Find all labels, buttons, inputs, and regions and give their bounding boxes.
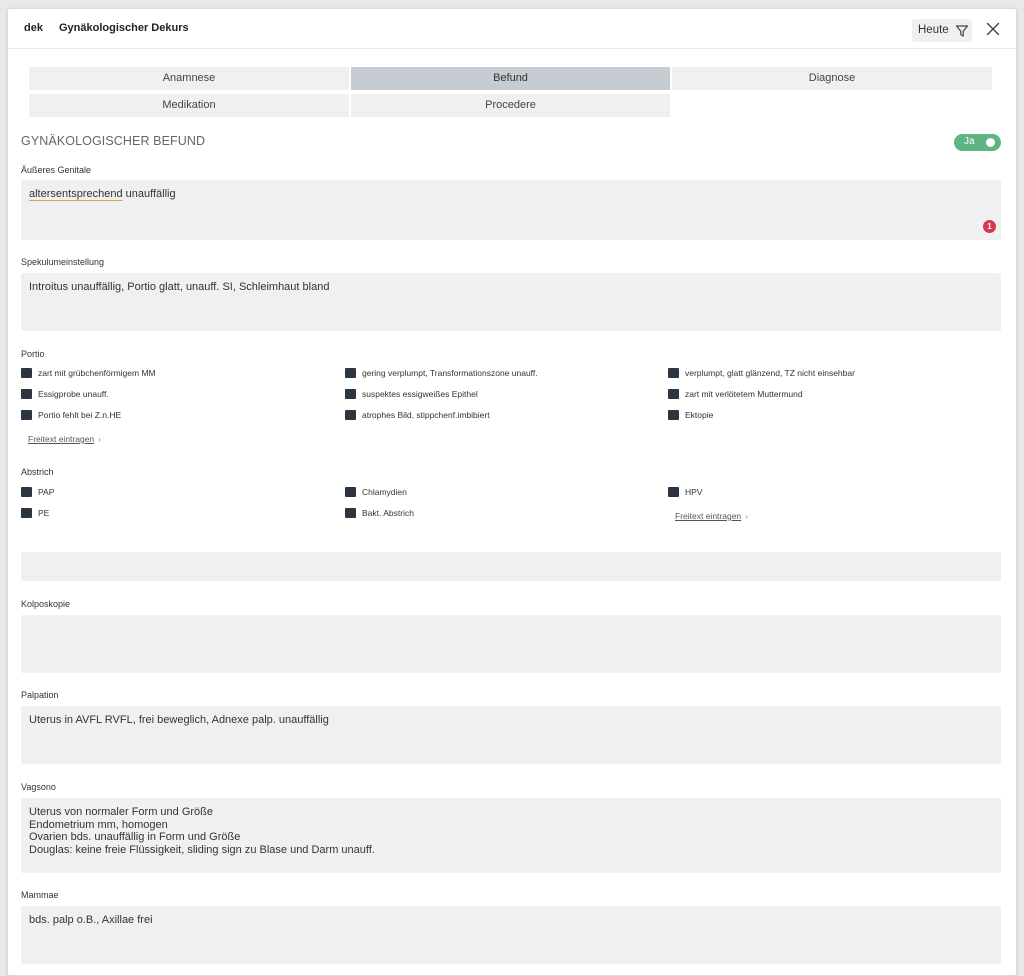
option-label: suspektes essigweißes Epithel (362, 389, 478, 399)
option-label: Chlamydien (362, 487, 407, 497)
tab-befund[interactable]: Befund (351, 67, 670, 90)
checkbox-icon (668, 368, 679, 378)
dekurs-window: dek Gynäkologischer Dekurs Heute Anamnes… (7, 8, 1017, 976)
spekulum-label: Spekulumeinstellung (21, 257, 105, 267)
checkbox-icon (21, 487, 32, 497)
spekulum-value: Introitus unauffällig, Portio glatt, una… (29, 281, 330, 293)
vagsono-value: Uterus von normaler Form und Größe Endom… (29, 806, 375, 856)
checkbox-icon (345, 410, 356, 420)
checkbox-icon (668, 410, 679, 420)
checkbox-icon (21, 368, 32, 378)
option-label: Portio fehlt bei Z.n.HE (38, 410, 122, 420)
mammae-value: bds. palp o.B., Axillae frei (29, 914, 153, 926)
tab-diagnose[interactable]: Diagnose (672, 67, 992, 90)
checkbox-icon (21, 410, 32, 420)
tab-procedere[interactable]: Procedere (351, 94, 670, 117)
toggle-knob (986, 138, 995, 147)
abstrich-label: Abstrich (21, 467, 54, 477)
befund-toggle[interactable]: Ja (954, 134, 1001, 151)
vagsono-field[interactable]: Uterus von normaler Form und Größe Endom… (21, 798, 1001, 873)
abstrich-text-field[interactable] (21, 552, 1001, 581)
form-title: Gynäkologischer Dekurs (59, 22, 189, 34)
window-header: dek Gynäkologischer Dekurs Heute (8, 9, 1016, 49)
vagsono-label: Vagsono (21, 782, 56, 792)
palpation-field[interactable]: Uterus in AVFL RVFL, frei beweglich, Adn… (21, 706, 1001, 764)
tab-anamnese[interactable]: Anamnese (29, 67, 349, 90)
option-label: PE (38, 508, 50, 518)
option-label: gering verplumpt, Transformationszone un… (362, 368, 538, 378)
spellcheck-count-badge[interactable]: 1 (983, 220, 996, 233)
option-label: zart mit verlötetem Muttermund (685, 389, 803, 399)
palpation-label: Palpation (21, 690, 59, 700)
aeusseres-genitale-value-rest: unauffällig (122, 188, 176, 200)
option-label: atrophes Bild, stippchenf.imbibiert (362, 410, 490, 420)
close-icon[interactable] (986, 22, 1000, 36)
checkbox-icon (345, 487, 356, 497)
checkbox-icon (345, 508, 356, 518)
spellcheck-word: altersentsprechend (29, 188, 123, 200)
portio-freetext-link[interactable]: Freitext eintragen › (28, 434, 101, 444)
today-filter-button[interactable]: Heute (912, 19, 972, 42)
section-title: GYNÄKOLOGISCHER BEFUND (21, 134, 206, 148)
spekulum-field[interactable]: Introitus unauffällig, Portio glatt, una… (21, 273, 1001, 331)
option-label: zart mit grübchenförmigem MM (38, 368, 156, 378)
today-label: Heute (918, 24, 949, 36)
mammae-label: Mammae (21, 890, 59, 900)
checkbox-icon (668, 389, 679, 399)
filter-icon (955, 25, 969, 37)
checkbox-icon (21, 389, 32, 399)
checkbox-icon (668, 487, 679, 497)
freetext-link-label: Freitext eintragen (675, 511, 742, 521)
option-label: Bakt. Abstrich (362, 508, 414, 518)
portio-label: Portio (21, 349, 45, 359)
tab-medikation[interactable]: Medikation (29, 94, 349, 117)
aeusseres-genitale-value: altersentsprechend unauffällig (29, 188, 176, 201)
form-code: dek (24, 22, 43, 34)
abstrich-freetext-link[interactable]: Freitext eintragen › (675, 511, 748, 521)
freetext-link-label: Freitext eintragen (28, 434, 95, 444)
toggle-label: Ja (964, 136, 975, 147)
aeusseres-genitale-label: Äußeres Genitale (21, 165, 92, 175)
chevron-right-icon: › (98, 434, 101, 444)
option-label: Essigprobe unauff. (38, 389, 109, 399)
option-label: Ektopie (685, 410, 714, 420)
checkbox-icon (345, 389, 356, 399)
palpation-value: Uterus in AVFL RVFL, frei beweglich, Adn… (29, 714, 329, 726)
option-label: PAP (38, 487, 55, 497)
mammae-field[interactable]: bds. palp o.B., Axillae frei (21, 906, 1001, 964)
checkbox-icon (21, 508, 32, 518)
kolposkopie-field[interactable] (21, 615, 1001, 673)
option-label: verplumpt, glatt glänzend, TZ nicht eins… (685, 368, 855, 378)
aeusseres-genitale-field[interactable]: altersentsprechend unauffällig 1 (21, 180, 1001, 240)
option-label: HPV (685, 487, 703, 497)
checkbox-icon (345, 368, 356, 378)
kolposkopie-label: Kolposkopie (21, 599, 71, 609)
chevron-right-icon: › (745, 511, 748, 521)
